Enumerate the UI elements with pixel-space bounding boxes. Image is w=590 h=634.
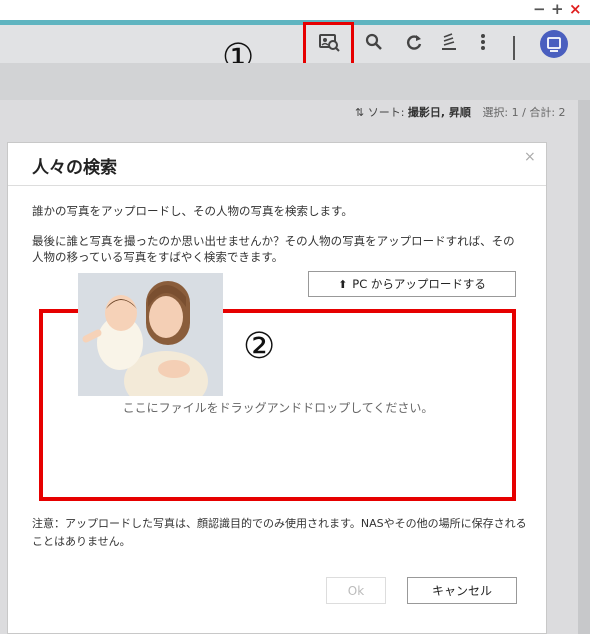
privacy-note: 注意：アップロードした写真は、顔認識目的でのみ使用されます。NASやその他の場所… <box>32 517 527 548</box>
sub-toolbar <box>0 63 590 100</box>
right-edge <box>578 100 590 634</box>
annotation-2: ② <box>243 326 276 367</box>
search-icon[interactable] <box>363 31 385 53</box>
sort-value[interactable]: 撮影日, 昇順 <box>408 106 471 119</box>
title-bar <box>0 0 590 20</box>
dialog-description: 最後に誰と写真を撮ったのか思い出せませんか？その人物の写真をアップロードすれば、… <box>32 234 515 264</box>
dialog-title: 人々の検索 <box>32 158 117 178</box>
ok-button[interactable]: Ok <box>326 577 386 604</box>
sort-prefix: ソート: <box>367 106 408 119</box>
sample-photo <box>78 273 223 396</box>
refresh-icon[interactable] <box>403 31 425 53</box>
upload-icon: ⬆ <box>338 277 348 291</box>
close-window-button[interactable]: × <box>569 1 582 17</box>
sort-icon[interactable] <box>438 31 460 53</box>
maximize-button[interactable]: + <box>551 1 564 17</box>
drop-zone-text: ここにファイルをドラッグアンドドロップしてください。 <box>122 401 434 415</box>
toolbar <box>0 25 590 63</box>
selection-count: 選択: 1 / 合計: 2 <box>482 106 566 119</box>
upload-button-label: PC からアップロードする <box>352 277 486 291</box>
more-vert-icon[interactable] <box>472 31 494 53</box>
dialog-intro: 誰かの写真をアップロードし、その人物の写真を検索します。 <box>32 204 353 218</box>
sort-status: ⇅ ソート: 撮影日, 昇順 選択: 1 / 合計: 2 <box>355 104 566 120</box>
face-search-highlight <box>303 22 354 66</box>
people-search-dialog: 人々の検索 × 誰かの写真をアップロードし、その人物の写真を検索します。 最後に… <box>7 142 547 634</box>
dialog-close-button[interactable]: × <box>524 149 536 165</box>
sort-icon-small[interactable]: ⇅ <box>355 106 364 119</box>
minimize-button[interactable]: − <box>533 1 546 17</box>
user-avatar[interactable] <box>540 30 568 58</box>
toolbar-separator <box>513 36 515 60</box>
upload-from-pc-button[interactable]: ⬆ PC からアップロードする <box>308 271 516 297</box>
cancel-button[interactable]: キャンセル <box>407 577 517 604</box>
dialog-divider <box>8 185 546 186</box>
